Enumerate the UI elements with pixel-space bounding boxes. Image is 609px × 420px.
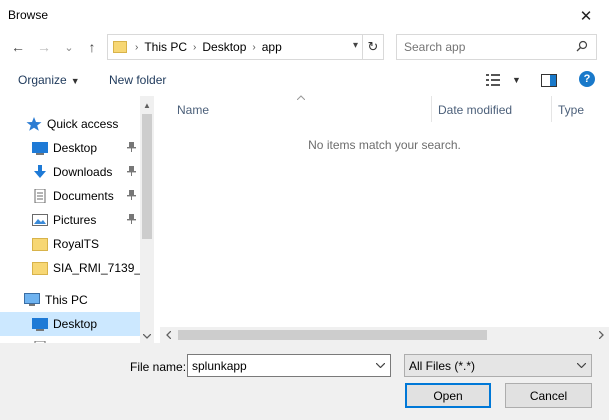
new-folder-button[interactable]: New folder <box>109 73 166 87</box>
column-header-label: Date modified <box>438 103 513 117</box>
download-icon <box>34 165 46 178</box>
column-header-date-modified[interactable]: Date modified <box>432 96 552 122</box>
file-name-label: File name: <box>130 360 187 374</box>
sidebar-item-label: RoyalTS <box>53 237 100 251</box>
desktop-icon <box>32 318 48 331</box>
dialog-footer: File name: All Files (*.*) Open Cancel <box>0 343 609 420</box>
sidebar-item-label: Documents <box>53 189 114 203</box>
sidebar-item-desktop[interactable]: Desktop <box>0 136 140 160</box>
sidebar-item-downloads[interactable]: Downloads <box>0 160 140 184</box>
preview-pane-icon <box>541 73 557 87</box>
scroll-right-icon[interactable] <box>593 327 609 343</box>
organize-label: Organize <box>18 73 67 87</box>
desktop-icon <box>32 142 48 155</box>
column-header-label: Name <box>177 103 210 117</box>
chevron-down-icon: ▼ <box>70 76 80 86</box>
scroll-down-icon[interactable] <box>140 329 154 343</box>
folder-icon <box>113 41 127 53</box>
file-type-value: All Files (*.*) <box>409 359 476 373</box>
search-input[interactable] <box>397 35 572 59</box>
breadcrumb-app[interactable]: app <box>262 40 282 54</box>
file-name-combobox[interactable] <box>187 354 391 377</box>
sidebar-item-label: Pictures <box>53 213 97 227</box>
chevron-down-icon[interactable] <box>375 360 386 371</box>
title-bar: Browse ✕ <box>0 0 609 31</box>
documents-icon <box>34 189 46 203</box>
file-name-input[interactable] <box>188 355 368 376</box>
pin-icon[interactable] <box>127 213 136 227</box>
navigation-pane[interactable]: Quick access Desktop Downloads Documents… <box>0 96 154 343</box>
navigation-bar: ← → ⌄ ↑ › This PC › Desktop › app ▾ ↻ <box>0 31 609 63</box>
breadcrumb-desktop[interactable]: Desktop <box>202 40 246 54</box>
scroll-left-icon[interactable] <box>160 327 176 343</box>
sidebar-item-label: SIA_RMI_7139_SI <box>53 261 153 275</box>
up-icon[interactable]: ↑ <box>84 38 100 56</box>
column-header-name[interactable]: Name <box>160 96 432 122</box>
organize-menu[interactable]: Organize ▼ <box>18 73 80 87</box>
scrollbar-thumb[interactable] <box>178 330 487 340</box>
scroll-up-icon[interactable]: ▲ <box>140 98 154 112</box>
sidebar-item-this-pc-desktop[interactable]: Desktop <box>0 312 140 336</box>
pictures-icon <box>32 214 48 226</box>
search-icon[interactable] <box>576 40 588 55</box>
command-bar: Organize ▼ New folder ▼ <box>0 63 609 96</box>
column-header-type[interactable]: Type <box>552 96 609 122</box>
column-header-label: Type <box>558 103 585 117</box>
folder-icon <box>32 238 48 251</box>
chevron-down-icon[interactable]: ▾ <box>353 40 358 51</box>
breadcrumb-this-pc[interactable]: This PC <box>144 40 187 54</box>
cancel-button[interactable]: Cancel <box>505 383 592 408</box>
window-title: Browse <box>8 8 49 22</box>
recent-locations-icon[interactable]: ⌄ <box>63 38 75 56</box>
view-options-button[interactable]: ▼ <box>486 72 521 88</box>
sidebar-item-quick-access[interactable]: Quick access <box>0 112 140 136</box>
open-button[interactable]: Open <box>405 383 491 408</box>
computer-icon <box>24 293 40 306</box>
sidebar-item-label: Desktop <box>53 317 98 331</box>
refresh-button[interactable]: ↻ <box>363 34 384 60</box>
sidebar-item-label: This PC <box>45 293 88 307</box>
folder-icon <box>32 262 48 275</box>
chevron-right-icon[interactable]: › <box>252 42 255 53</box>
file-type-select[interactable]: All Files (*.*) <box>404 354 592 377</box>
empty-message: No items match your search. <box>308 138 461 152</box>
search-box[interactable] <box>396 34 597 60</box>
close-icon[interactable]: ✕ <box>563 0 609 31</box>
sidebar-item-documents-partial[interactable]: D <box>0 336 140 343</box>
sidebar-item-sia-rmi[interactable]: SIA_RMI_7139_SI <box>0 256 152 280</box>
chevron-down-icon: ▼ <box>512 75 521 85</box>
address-bar[interactable]: › This PC › Desktop › app ▾ <box>107 34 363 60</box>
sidebar-item-label: Downloads <box>53 165 113 179</box>
navigation-pane-scrollbar[interactable]: ▲ <box>140 96 154 343</box>
sidebar-item-documents[interactable]: Documents <box>0 184 140 208</box>
sidebar-item-label: Desktop <box>53 141 98 155</box>
scrollbar-thumb[interactable] <box>142 114 152 239</box>
star-icon <box>26 117 42 131</box>
help-icon[interactable]: ? <box>579 71 595 87</box>
pin-icon[interactable] <box>127 165 136 179</box>
sidebar-item-royalts[interactable]: RoyalTS <box>0 232 140 256</box>
sidebar-item-this-pc[interactable]: This PC <box>0 288 140 312</box>
file-list[interactable]: Name Date modified Type No items match y… <box>160 95 609 343</box>
file-list-scrollbar[interactable] <box>160 327 609 343</box>
sidebar-item-pictures[interactable]: Pictures <box>0 208 140 232</box>
forward-icon[interactable]: → <box>36 38 52 56</box>
chevron-right-icon: › <box>135 41 139 53</box>
details-view-icon <box>486 74 500 86</box>
pin-icon[interactable] <box>127 141 136 155</box>
back-icon[interactable]: ← <box>10 38 26 56</box>
refresh-icon: ↻ <box>367 39 379 54</box>
chevron-down-icon <box>576 360 587 371</box>
preview-pane-button[interactable] <box>541 72 557 88</box>
pin-icon[interactable] <box>127 189 136 203</box>
sidebar-item-label: Quick access <box>47 117 119 131</box>
chevron-right-icon[interactable]: › <box>193 42 196 53</box>
